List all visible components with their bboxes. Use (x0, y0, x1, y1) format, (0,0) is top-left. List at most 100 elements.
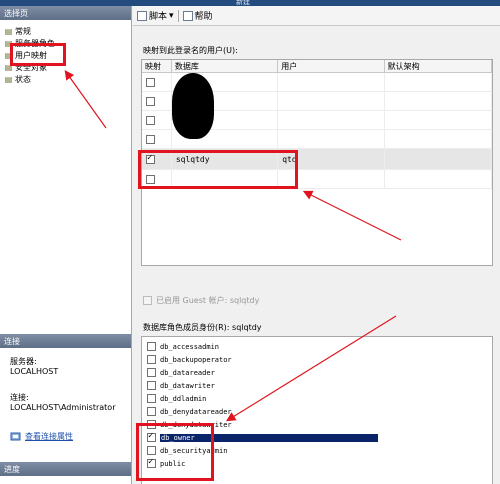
nav-item-general[interactable]: ▤ 常规 (4, 25, 128, 37)
column-header-database[interactable]: 数据库 (172, 60, 279, 72)
user-cell[interactable]: qtd (278, 148, 385, 170)
connection-value: LOCALHOST\Administrator (10, 403, 116, 412)
map-checkbox[interactable] (146, 153, 155, 164)
role-name: public (160, 459, 186, 468)
page-icon: ▤ (4, 62, 13, 72)
role-checkbox[interactable] (147, 342, 156, 351)
column-header-schema[interactable]: 默认架构 (385, 60, 492, 72)
schema-cell[interactable] (385, 129, 492, 149)
guest-checkbox (143, 296, 152, 305)
roles-label: 数据库角色成员身份(R): sqlqtdy (143, 323, 262, 332)
list-item[interactable]: public (142, 457, 492, 470)
toolbar: 脚本 ▾ 帮助 (133, 6, 500, 26)
page-icon: ▤ (4, 26, 13, 36)
chevron-down-icon: ▾ (169, 10, 174, 21)
connection-label: 连接: (10, 393, 29, 402)
map-checkbox[interactable] (146, 96, 155, 106)
role-membership-list[interactable]: db_accessadmin db_backupoperator db_data… (141, 336, 493, 484)
role-checkbox[interactable] (147, 394, 156, 403)
schema-cell[interactable] (385, 72, 492, 92)
list-item[interactable]: db_datareader (142, 366, 492, 379)
connection-header: 连接 (0, 334, 131, 348)
map-checkbox[interactable] (146, 115, 155, 125)
toolbar-separator (177, 9, 179, 22)
mapping-label: 映射到此登录名的用户(U): (143, 46, 238, 55)
map-checkbox[interactable] (146, 174, 155, 184)
list-item[interactable]: db_ddladmin (142, 392, 492, 405)
role-checkbox[interactable] (147, 381, 156, 390)
role-checkbox[interactable] (147, 368, 156, 377)
database-cell: sqlqtdy (172, 148, 279, 170)
role-name: db_denydatareader (160, 407, 232, 416)
user-cell[interactable] (278, 169, 385, 189)
schema-cell[interactable] (385, 91, 492, 111)
map-checkbox[interactable] (146, 77, 155, 87)
nav-item-securables[interactable]: ▤ 安全对象 (4, 61, 128, 73)
left-pane: 选择页 ▤ 常规 ▤ 服务器角色 ▤ 用户映射 ▤ 安全对象 ▤ 状态 连接 服… (0, 6, 132, 484)
role-checkbox[interactable] (147, 407, 156, 416)
page-icon: ▤ (4, 50, 13, 60)
script-icon (137, 10, 147, 21)
role-checkbox[interactable] (147, 457, 156, 468)
view-connection-properties[interactable]: 查看连接属性 (10, 431, 73, 442)
user-cell[interactable] (278, 129, 385, 149)
nav-item-label: 安全对象 (15, 62, 47, 72)
role-name: db_datawriter (160, 381, 215, 390)
nav-item-user-mapping[interactable]: ▤ 用户映射 (4, 49, 128, 61)
role-name: db_owner (160, 433, 378, 442)
role-name: db_securityadmin (160, 446, 228, 455)
user-cell[interactable] (278, 110, 385, 130)
connection-properties-icon (10, 432, 21, 441)
role-checkbox[interactable] (147, 431, 156, 442)
list-item[interactable]: db_denydatareader (142, 405, 492, 418)
nav-item-label: 用户映射 (15, 49, 47, 61)
schema-cell[interactable] (385, 169, 492, 189)
help-icon (182, 10, 193, 21)
column-header-user[interactable]: 用户 (278, 60, 385, 72)
guest-label: 已启用 Guest 帐户: sqlqtdy (156, 296, 260, 305)
guest-account-option: 已启用 Guest 帐户: sqlqtdy (143, 295, 259, 306)
schema-cell[interactable] (385, 148, 492, 170)
progress-header: 进度 (0, 462, 131, 476)
table-row[interactable] (142, 169, 492, 189)
redaction-blob (172, 73, 214, 139)
view-connection-link[interactable]: 查看连接属性 (25, 431, 73, 442)
server-label: 服务器: (10, 357, 37, 366)
list-item[interactable]: db_accessadmin (142, 340, 492, 353)
role-name: db_ddladmin (160, 394, 207, 403)
user-cell[interactable] (278, 72, 385, 92)
help-label: 帮助 (194, 12, 213, 22)
grid-header: 映射 数据库 用户 默认架构 (142, 60, 492, 73)
nav-item-server-roles[interactable]: ▤ 服务器角色 (4, 37, 128, 49)
role-checkbox[interactable] (147, 446, 156, 455)
help-button[interactable]: 帮助 (182, 9, 213, 22)
nav-item-status[interactable]: ▤ 状态 (4, 73, 128, 85)
list-item[interactable]: db_backupoperator (142, 353, 492, 366)
page-icon: ▤ (4, 74, 13, 84)
nav-item-label: 服务器角色 (15, 38, 55, 48)
page-icon: ▤ (4, 38, 13, 48)
page-nav: ▤ 常规 ▤ 服务器角色 ▤ 用户映射 ▤ 安全对象 ▤ 状态 (4, 25, 128, 85)
list-item[interactable]: db_denydatawriter (142, 418, 492, 431)
script-button[interactable]: 脚本 ▾ (137, 9, 174, 22)
server-value: LOCALHOST (10, 367, 59, 376)
list-item[interactable]: db_securityadmin (142, 444, 492, 457)
role-checkbox[interactable] (147, 355, 156, 364)
column-header-map[interactable]: 映射 (142, 60, 172, 72)
user-cell[interactable] (278, 91, 385, 111)
schema-cell[interactable] (385, 110, 492, 130)
nav-item-label: 状态 (15, 74, 31, 84)
role-name: db_denydatawriter (160, 420, 232, 429)
role-checkbox[interactable] (147, 420, 156, 429)
database-cell (172, 169, 279, 189)
nav-item-label: 常规 (15, 26, 31, 36)
list-item[interactable]: db_owner (142, 431, 492, 444)
role-name: db_accessadmin (160, 342, 220, 351)
select-page-header: 选择页 (0, 6, 131, 20)
script-label: 脚本 (149, 12, 168, 22)
role-name: db_datareader (160, 368, 215, 377)
role-name: db_backupoperator (160, 355, 232, 364)
table-row[interactable]: sqlqtdy qtd (142, 148, 492, 170)
list-item[interactable]: db_datawriter (142, 379, 492, 392)
map-checkbox[interactable] (146, 134, 155, 144)
